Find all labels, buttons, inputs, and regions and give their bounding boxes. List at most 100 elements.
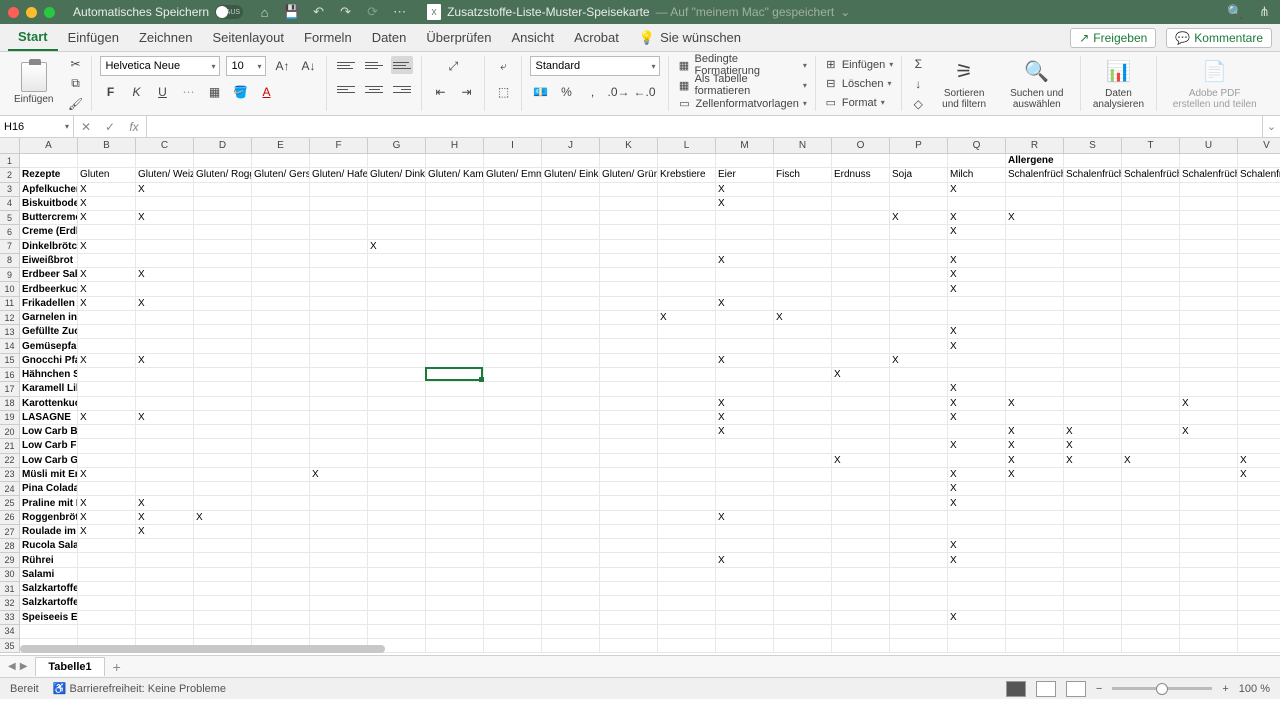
cell[interactable]: Rezepte [20,168,78,182]
cell[interactable] [774,240,832,254]
cell[interactable] [252,297,310,311]
refresh-icon[interactable]: ⟳ [365,5,380,20]
cell[interactable]: X [1006,211,1064,225]
column-header-C[interactable]: C [136,138,194,153]
adobe-pdf-button[interactable]: 📄Adobe PDF erstellen und teilen [1165,56,1264,112]
cell[interactable]: X [1064,454,1122,468]
cell[interactable]: X [136,496,194,510]
cell[interactable] [1238,339,1280,353]
cell[interactable] [600,311,658,325]
cell[interactable] [136,325,194,339]
cell[interactable] [1064,311,1122,325]
comments-button[interactable]: 💬Kommentare [1166,28,1272,48]
cell[interactable] [368,596,426,610]
cell[interactable] [1006,339,1064,353]
row-header-10[interactable]: 10 [0,282,19,296]
cell[interactable] [136,197,194,211]
cell[interactable] [542,282,600,296]
cell[interactable] [310,282,368,296]
cell[interactable] [542,311,600,325]
cell[interactable] [658,611,716,625]
cell[interactable] [426,154,484,168]
cell[interactable] [1064,539,1122,553]
cell[interactable] [78,539,136,553]
cell[interactable]: Milch [948,168,1006,182]
cell[interactable] [194,240,252,254]
cell[interactable] [252,382,310,396]
cell[interactable]: X [948,325,1006,339]
cell[interactable] [1238,268,1280,282]
cell[interactable] [194,225,252,239]
cell[interactable]: Krebstiere [658,168,716,182]
cell[interactable] [426,282,484,296]
cell[interactable] [1238,596,1280,610]
delete-cells[interactable]: ⊟Löschen▾ [824,75,892,92]
cell[interactable] [426,639,484,653]
cell[interactable] [658,211,716,225]
cell[interactable] [310,596,368,610]
cell[interactable] [1180,225,1238,239]
cell[interactable] [1064,254,1122,268]
cell[interactable] [1122,582,1180,596]
cell[interactable] [1238,425,1280,439]
cell[interactable] [136,625,194,639]
cell[interactable] [1122,197,1180,211]
cell[interactable] [1006,611,1064,625]
cell[interactable]: X [368,240,426,254]
cell[interactable] [774,339,832,353]
cell[interactable] [542,254,600,268]
cell[interactable] [310,582,368,596]
decrease-indent[interactable]: ⇤ [430,82,450,102]
cell[interactable] [774,411,832,425]
cell[interactable] [890,439,948,453]
cell[interactable] [1122,568,1180,582]
more-icon[interactable]: ⋯ [392,5,407,20]
cell[interactable] [252,454,310,468]
cell[interactable] [832,482,890,496]
cell[interactable] [252,354,310,368]
cell[interactable] [542,425,600,439]
cell[interactable] [1122,183,1180,197]
cell[interactable]: X [948,254,1006,268]
cell[interactable] [1180,553,1238,567]
cell[interactable]: X [890,354,948,368]
cell[interactable] [252,197,310,211]
cell[interactable] [890,496,948,510]
cell[interactable] [136,611,194,625]
cell[interactable]: X [78,240,136,254]
cell[interactable] [310,354,368,368]
cell[interactable]: X [136,411,194,425]
cell[interactable] [1180,297,1238,311]
cell[interactable] [194,154,252,168]
cell[interactable] [1180,439,1238,453]
cell[interactable] [1180,539,1238,553]
row-header-8[interactable]: 8 [0,254,19,268]
cell[interactable] [542,354,600,368]
undo-icon[interactable]: ↶ [311,5,326,20]
cell[interactable] [426,425,484,439]
cell[interactable]: Low Carb Granola [20,454,78,468]
cell[interactable] [252,539,310,553]
cell[interactable] [484,211,542,225]
row-header-5[interactable]: 5 [0,211,19,225]
cell[interactable] [1006,311,1064,325]
cell[interactable] [194,468,252,482]
cell[interactable] [1122,225,1180,239]
cell[interactable] [78,425,136,439]
cell[interactable] [1064,339,1122,353]
cell[interactable]: Gluten/ Roggen [194,168,252,182]
cell[interactable] [1006,382,1064,396]
cell[interactable]: X [890,211,948,225]
zoom-level[interactable]: 100 % [1239,683,1270,695]
cell[interactable] [1180,154,1238,168]
cell[interactable] [136,339,194,353]
cell[interactable]: X [948,439,1006,453]
cell[interactable] [484,454,542,468]
cell[interactable] [252,311,310,325]
cell[interactable] [658,468,716,482]
cell[interactable] [1238,354,1280,368]
cell[interactable] [542,382,600,396]
cell[interactable] [136,553,194,567]
cell[interactable] [194,325,252,339]
cell[interactable] [774,282,832,296]
